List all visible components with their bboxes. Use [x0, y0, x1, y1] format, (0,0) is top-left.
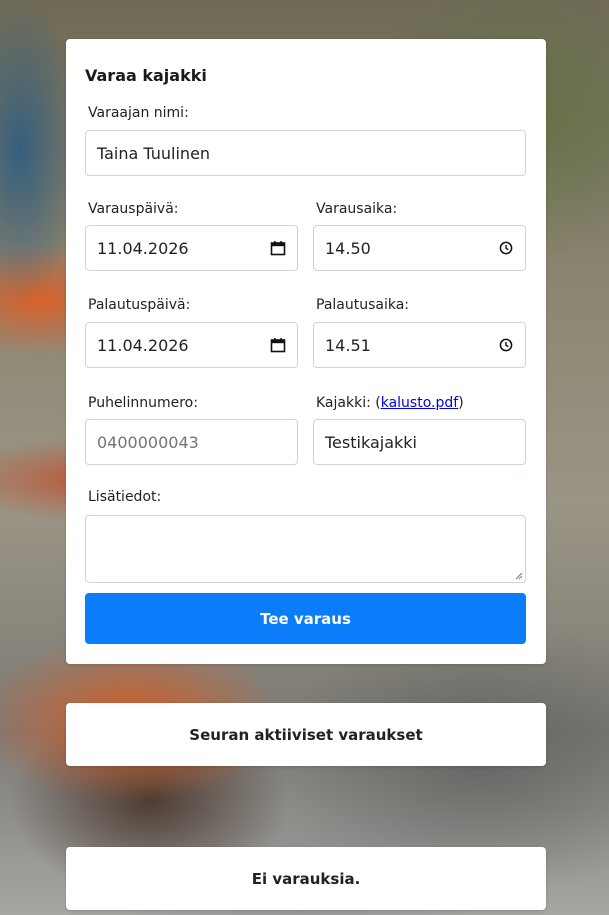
clock-icon[interactable]: [498, 337, 514, 353]
return-time-input-value: 14.51: [325, 335, 371, 355]
phone-input[interactable]: 0400000043: [85, 419, 298, 465]
reservation-form-card: Varaa kajakki Varaajan nimi: Taina Tuuli…: [66, 39, 546, 664]
phone-label: Puhelinnumero:: [88, 395, 198, 411]
name-label: Varaajan nimi:: [88, 105, 189, 121]
kayak-label-prefix: Kajakki: (: [316, 395, 381, 411]
kayak-select[interactable]: Testikajakki: [313, 419, 526, 465]
info-label: Lisätiedot:: [88, 489, 162, 505]
form-title: Varaa kajakki: [85, 66, 207, 85]
submit-reservation-button[interactable]: Tee varaus: [85, 593, 526, 644]
return-date-input[interactable]: 11.04.2026: [85, 322, 298, 368]
resize-handle-icon[interactable]: [515, 572, 523, 580]
return-date-label: Palautuspäivä:: [88, 297, 191, 313]
kayak-label-suffix: ): [458, 395, 464, 411]
kayak-label: Kajakki: (kalusto.pdf): [316, 395, 464, 411]
active-reservations-header: Seuran aktiiviset varaukset: [66, 703, 546, 766]
date-label: Varauspäivä:: [88, 201, 179, 217]
clock-icon[interactable]: [498, 240, 514, 256]
kalusto-pdf-link[interactable]: kalusto.pdf: [381, 395, 458, 411]
time-label: Varausaika:: [316, 201, 398, 217]
return-time-input[interactable]: 14.51: [313, 322, 526, 368]
info-textarea[interactable]: [85, 515, 526, 583]
phone-input-placeholder: 0400000043: [97, 432, 199, 452]
name-input-value: Taina Tuulinen: [97, 143, 211, 163]
time-input-value: 14.50: [325, 238, 371, 258]
date-input-value: 11.04.2026: [97, 238, 189, 258]
calendar-icon[interactable]: [270, 240, 286, 256]
name-input[interactable]: Taina Tuulinen: [85, 130, 526, 176]
date-input[interactable]: 11.04.2026: [85, 225, 298, 271]
return-time-label: Palautusaika:: [316, 297, 410, 313]
kayak-select-value: Testikajakki: [325, 432, 417, 452]
no-reservations-message: Ei varauksia.: [66, 847, 546, 910]
time-input[interactable]: 14.50: [313, 225, 526, 271]
return-date-input-value: 11.04.2026: [97, 335, 189, 355]
calendar-icon[interactable]: [270, 337, 286, 353]
